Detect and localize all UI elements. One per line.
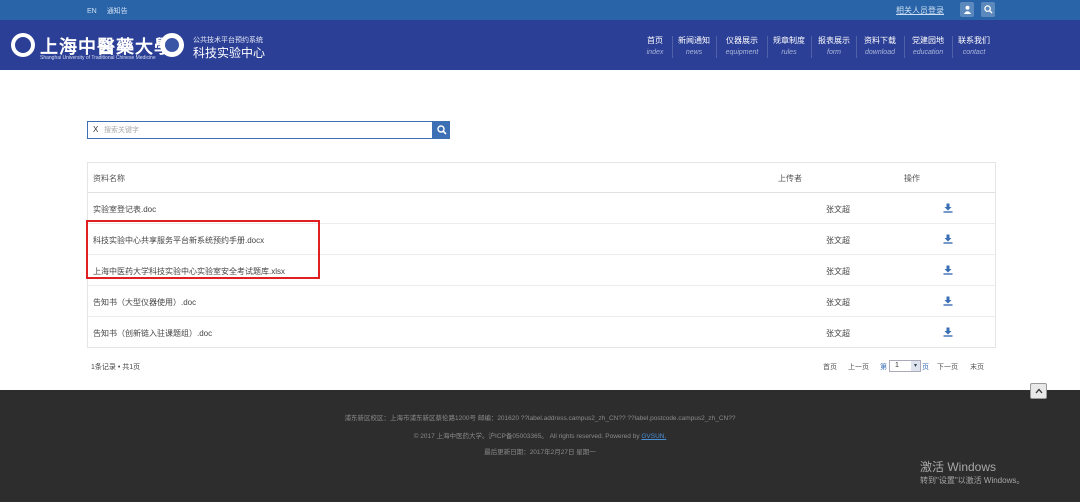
file-uploader: 张文超 (826, 267, 850, 276)
file-name[interactable]: 实验室登记表.doc (93, 204, 156, 215)
page-first-link[interactable]: 首页 (823, 362, 837, 372)
chevron-up-icon (1035, 388, 1042, 394)
nav-divider (904, 36, 905, 58)
nav-divider (672, 36, 673, 58)
footer-copyright: © 2017 上海中医药大学。沪ICP备05003365。 All rights… (413, 433, 667, 440)
file-uploader: 张文超 (826, 236, 850, 245)
column-header-uploader: 上传者 (778, 174, 802, 183)
top-link-notice[interactable]: 通知告 (107, 8, 128, 15)
page-label-suffix: 页 (922, 364, 929, 371)
nav-item-download[interactable]: 资料下载 download (860, 35, 900, 59)
system-title[interactable]: 科技实验中心 (193, 44, 265, 61)
nav-divider (716, 36, 717, 58)
university-english-name: Shanghai University of Traditional Chine… (40, 55, 156, 61)
back-to-top-button[interactable] (1030, 383, 1047, 399)
university-seal-logo[interactable] (11, 33, 35, 57)
nav-item-equipment[interactable]: 仪器展示 equipment (720, 35, 764, 59)
column-header-name: 资料名称 (93, 174, 125, 183)
download-icon[interactable] (943, 327, 953, 337)
nav-item-education[interactable]: 党建园地 education (908, 35, 948, 59)
file-uploader: 张文超 (826, 329, 850, 338)
keyword-search-input[interactable] (104, 124, 424, 136)
clear-icon[interactable]: X (93, 125, 98, 134)
nav-divider (952, 36, 953, 58)
site-footer: 浦东新区校区：上海市浦东新区蔡伦路1200号 邮编：201620 ??label… (0, 390, 1080, 502)
top-utility-bar: EN 通知告 相关人员登录 (0, 0, 1080, 20)
search-icon[interactable] (981, 2, 995, 17)
center-emblem-logo (160, 33, 184, 57)
table-row: 告知书（创新链入驻课题组）.doc 张文超 (88, 317, 995, 347)
nav-divider (811, 36, 812, 58)
search-button[interactable] (433, 121, 450, 139)
record-count: 1条记录 • 共1页 (91, 364, 141, 371)
top-link-en[interactable]: EN (87, 8, 97, 15)
file-uploader: 张文超 (826, 205, 850, 214)
highlight-annotation-box (86, 220, 320, 279)
powered-by-link[interactable]: GVSUN. (641, 433, 666, 440)
windows-activation-title: 激活 Windows (920, 460, 997, 474)
chevron-down-icon: ▾ (911, 361, 920, 371)
staff-login-link[interactable]: 相关人员登录 (896, 5, 944, 16)
download-icon[interactable] (943, 234, 953, 244)
page-label-prefix: 第 (880, 364, 887, 371)
top-links: EN 通知告 (87, 6, 136, 16)
keyword-search-box: X (87, 121, 433, 139)
table-row: 告知书（大型仪器使用）.doc 张文超 (88, 286, 995, 317)
download-icon[interactable] (943, 265, 953, 275)
search-icon (436, 125, 447, 135)
nav-item-rules[interactable]: 规章制度 rules (770, 35, 808, 59)
nav-item-contact[interactable]: 联系我们 contact (955, 35, 993, 59)
page-next-link[interactable]: 下一页 (937, 362, 958, 372)
nav-item-news[interactable]: 新闻通知 news (675, 35, 713, 59)
file-uploader: 张文超 (826, 298, 850, 307)
footer-address: 浦东新区校区：上海市浦东新区蔡伦路1200号 邮编：201620 ??label… (344, 415, 736, 422)
column-header-action: 操作 (904, 174, 920, 183)
user-icon[interactable] (960, 2, 974, 17)
page-prev-link[interactable]: 上一页 (848, 362, 869, 372)
nav-item-form[interactable]: 报表展示 form (815, 35, 853, 59)
page-select[interactable]: 1 ▾ (889, 360, 921, 372)
nav-item-index[interactable]: 首页 index (640, 35, 670, 59)
file-name[interactable]: 告知书（大型仪器使用）.doc (93, 297, 196, 308)
windows-activation-hint: 转到"设置"以激活 Windows。 (920, 476, 1025, 485)
page-last-link[interactable]: 末页 (970, 362, 984, 372)
table-header: 资料名称 上传者 操作 (88, 163, 995, 193)
nav-divider (767, 36, 768, 58)
download-icon[interactable] (943, 203, 953, 213)
footer-last-updated: 最后更新日期：2017年2月27日 星期一 (484, 449, 596, 456)
file-name[interactable]: 告知书（创新链入驻课题组）.doc (93, 328, 212, 339)
nav-divider (856, 36, 857, 58)
download-icon[interactable] (943, 296, 953, 306)
